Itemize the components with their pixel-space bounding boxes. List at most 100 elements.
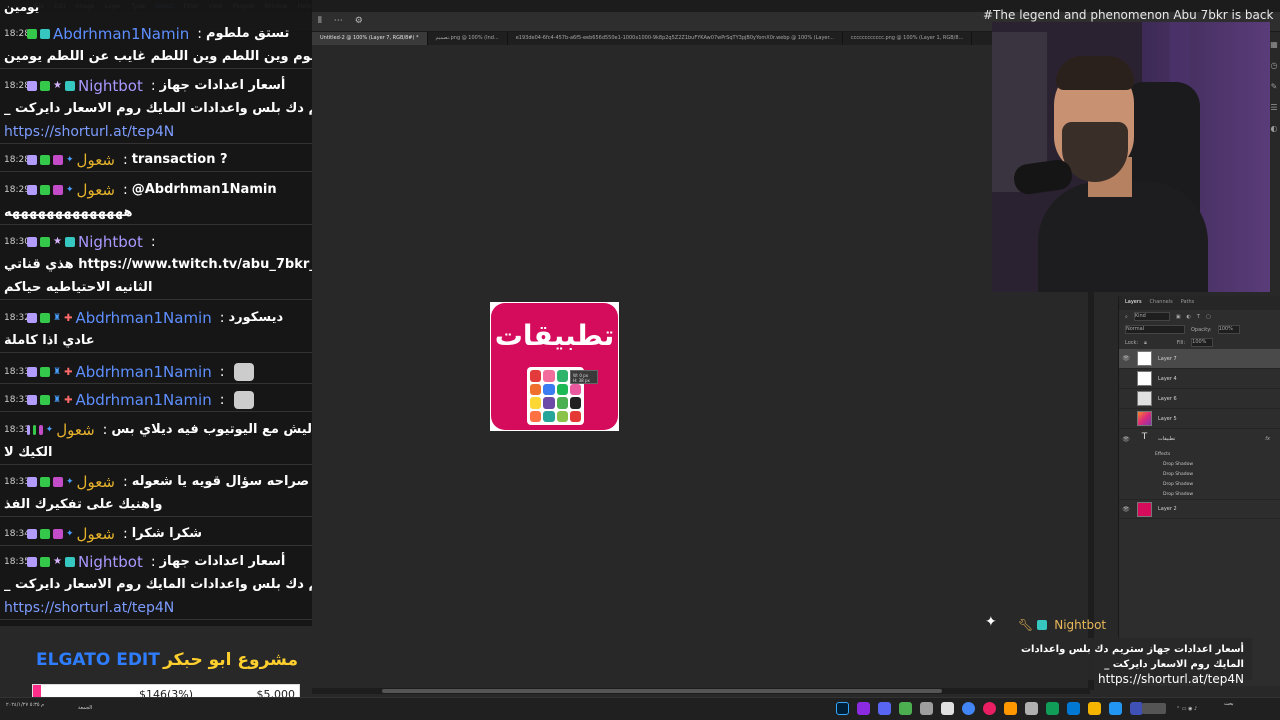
eye-icon[interactable]: 👁︎ (1119, 436, 1133, 443)
effect-drop-shadow[interactable]: Drop Shadow (1119, 489, 1280, 499)
chat-username[interactable]: Nightbot (78, 233, 143, 251)
filter-adjust-icon[interactable]: ◐ (1187, 314, 1191, 320)
app-blue-icon[interactable] (1067, 702, 1080, 715)
chat-username[interactable]: Abdrhman1Namin (53, 25, 189, 43)
horizontal-scrollbar[interactable] (312, 688, 1090, 694)
tab-channels[interactable]: Channels (1150, 299, 1173, 307)
nightbot-link[interactable]: https://shorturl.at/tep4N (1098, 672, 1244, 686)
taskbar-search[interactable] (1142, 703, 1166, 714)
document-tab[interactable]: تصميم.png @ 100% (Ind... (428, 32, 508, 45)
filter-shape-icon[interactable]: ▢ (1206, 314, 1211, 320)
badge-mod-icon: ✦ (66, 476, 74, 487)
filter-type-icon[interactable]: T (1197, 314, 1200, 320)
chat-message: 18:33 ♜ ✚ Abdrhman1Namin: (0, 360, 312, 384)
layer-row-text[interactable]: 👁︎ T تطبيقات fx (1119, 429, 1280, 449)
chat-username[interactable]: شعول (77, 151, 115, 169)
lock-icon[interactable]: 🔒︎ (1144, 340, 1147, 346)
align-icon[interactable]: ⫴ (318, 16, 322, 26)
opacity-input[interactable]: 100% (1217, 325, 1240, 334)
layer-row-layer6[interactable]: Layer 6 (1119, 389, 1280, 409)
obs-icon[interactable] (941, 702, 954, 715)
app-gray-icon[interactable] (920, 702, 933, 715)
document-tab[interactable]: e193de04-6fc4-457b-a6f5-eeb656d550e1-100… (508, 32, 843, 45)
nightbot-message: أسعار اعدادات جهاز ستريم دك بلس واعدادات… (1006, 638, 1252, 686)
chat-link[interactable]: https://shorturl.at/tep4N (0, 596, 312, 619)
effect-drop-shadow[interactable]: Drop Shadow (1119, 479, 1280, 489)
store-icon[interactable] (1109, 702, 1122, 715)
twitch-icon[interactable] (857, 702, 870, 715)
panel-icon[interactable]: ▦ (1270, 40, 1278, 49)
chat-username[interactable]: Nightbot (78, 553, 143, 571)
kind-select[interactable]: Kind (1133, 312, 1170, 321)
chat-username[interactable]: شعول (77, 473, 115, 491)
chat-username[interactable]: شعول (56, 421, 94, 439)
layer-row-layer7[interactable]: 👁︎ Layer 7 (1119, 349, 1280, 369)
fx-icon[interactable]: fx (1265, 436, 1270, 442)
blend-mode-select[interactable]: Normal (1125, 325, 1185, 334)
chat-username[interactable]: Abdrhman1Namin (75, 363, 211, 381)
chat-colon: : (123, 525, 128, 542)
bot-badge-icon (1037, 620, 1048, 630)
chat-username[interactable]: شعول (77, 525, 115, 543)
adjust-icon[interactable]: ◐ (1271, 124, 1278, 133)
tab-layers[interactable]: Layers (1125, 299, 1142, 307)
filter-image-icon[interactable]: ▣ (1176, 314, 1181, 320)
text-layer-icon: T (1141, 431, 1148, 442)
chat-message-header: 18:28 Abdrhman1Namin: تستق ملطوم (0, 22, 312, 45)
properties-icon[interactable]: ☰ (1270, 103, 1277, 112)
more-options-icon[interactable]: ⋯ (334, 16, 343, 26)
layer-name: Layer 2 (1158, 506, 1177, 512)
badge-verified-icon (40, 80, 50, 91)
app-green-icon[interactable] (899, 702, 912, 715)
badge-verified-icon (40, 394, 50, 405)
badge-star-icon: ★ (53, 555, 62, 567)
layer-row-layer5[interactable]: Layer 5 (1119, 409, 1280, 429)
chat-emote (234, 362, 255, 381)
chat-message-header: 18:34 ✦ شعول: شكرا شكرا (0, 522, 312, 545)
layer-thumbnail (1137, 501, 1152, 517)
taskbar-search-label[interactable]: بحث (1224, 701, 1234, 708)
chat-text-continuation: تستق ملطوم وين اللطم وين اللطم غايب عن ا… (4, 49, 312, 64)
app-light-icon[interactable] (1025, 702, 1038, 715)
nightbot-name: Nightbot (1054, 618, 1107, 632)
chat-message: 18:34 ✦ شعول: شكرا شكرا (0, 522, 312, 546)
edge-icon[interactable] (1046, 702, 1059, 715)
document-tab[interactable]: cccccccccccc.png @ 100% (Layer 1, RGB/8.… (843, 32, 973, 45)
badge-verified-icon (40, 236, 50, 247)
document-tab[interactable]: Untitled-2 @ 100% (Layer 7, RGB/8#) * (312, 32, 428, 45)
ps-canvas-area[interactable] (312, 45, 1090, 690)
chrome-icon[interactable] (962, 702, 975, 715)
chat-colon: : (150, 233, 156, 250)
app-orange-icon[interactable] (1004, 702, 1017, 715)
effects-label[interactable]: Effects (1119, 449, 1280, 459)
chat-username[interactable]: شعول (77, 181, 115, 199)
brush-icon[interactable]: ✎ (1271, 82, 1278, 91)
scroll-thumb[interactable] (382, 689, 942, 693)
eye-icon[interactable]: 👁︎ (1119, 506, 1133, 513)
chat-username[interactable]: Abdrhman1Namin (75, 309, 211, 327)
chat-text-continuation: _ ستريم دك بلس واعدادات المايك روم الاسع… (4, 101, 312, 116)
blend-row: Normal Opacity: 100% (1119, 323, 1280, 336)
eye-icon[interactable]: 👁︎ (1119, 355, 1133, 362)
fill-input[interactable]: 100% (1191, 338, 1214, 347)
document-canvas[interactable]: تطبيقات (490, 302, 619, 431)
effect-drop-shadow[interactable]: Drop Shadow (1119, 469, 1280, 479)
layer-row-layer2[interactable]: 👁︎ Layer 2 (1119, 499, 1280, 519)
effect-drop-shadow[interactable]: Drop Shadow (1119, 459, 1280, 469)
layer-row-layer4[interactable]: Layer 4 (1119, 369, 1280, 389)
photoshop-icon[interactable] (836, 702, 849, 715)
taskbar-system-tray[interactable]: ⌃ ▭ ◉ ♪ (1176, 706, 1197, 712)
app-pink-icon[interactable] (983, 702, 996, 715)
chat-username[interactable]: Abdrhman1Namin (75, 391, 211, 409)
badge-star-icon: ★ (53, 235, 62, 247)
badge-cross-icon: ✚ (64, 394, 73, 406)
folder-icon[interactable] (1088, 702, 1101, 715)
settings-gear-icon[interactable]: ⚙ (355, 16, 363, 26)
webcam-person-torso (1038, 182, 1208, 292)
stream-overlay-text: #The legend and phenomenon Abu 7bkr is b… (983, 8, 1274, 22)
tab-paths[interactable]: Paths (1181, 299, 1195, 307)
discord-icon[interactable] (878, 702, 891, 715)
history-icon[interactable]: ◷ (1271, 61, 1278, 70)
chat-link[interactable]: https://shorturl.at/tep4N (0, 120, 312, 143)
chat-username[interactable]: Nightbot (78, 77, 143, 95)
